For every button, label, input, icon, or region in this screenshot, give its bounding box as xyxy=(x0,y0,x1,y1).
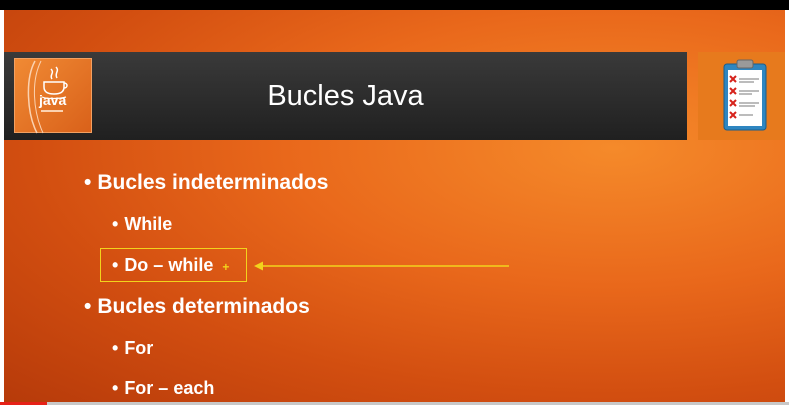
player-top-bar xyxy=(0,0,789,10)
bullet-text: Bucles indeterminados xyxy=(97,171,329,194)
bullet-text: Bucles determinados xyxy=(97,295,310,318)
bullet-dot: • xyxy=(84,295,92,318)
slide-title-bar: java Bucles Java xyxy=(4,52,687,140)
bullet-dot: • xyxy=(84,171,92,194)
bullet-for-each: • For – each xyxy=(112,378,214,399)
presentation-slide: java Bucles Java • Bucles indeterminados… xyxy=(4,10,785,405)
slide-title: Bucles Java xyxy=(267,80,424,112)
bullet-text: Do – while xyxy=(124,255,214,275)
bullet-dot: • xyxy=(112,338,119,358)
bullet-dot: • xyxy=(112,214,119,234)
bullet-bucles-determinados: • Bucles determinados xyxy=(84,295,310,319)
bullet-text: For xyxy=(124,338,154,358)
bullet-text: While xyxy=(124,214,173,234)
bullet-text: For – each xyxy=(124,378,215,398)
clipboard-graphic xyxy=(723,59,767,131)
bullet-bucles-indeterminados: • Bucles indeterminados xyxy=(84,171,328,195)
bullet-do-while: • Do – while + xyxy=(112,255,229,276)
clipboard-checklist-icon xyxy=(698,52,785,140)
cursor-icon: + xyxy=(222,260,230,274)
arrow-left-icon xyxy=(254,261,509,271)
bullet-dot: • xyxy=(112,255,119,275)
bullet-dot: • xyxy=(112,378,119,398)
bullet-for: • For xyxy=(112,338,153,359)
bullet-while: • While xyxy=(112,214,172,235)
